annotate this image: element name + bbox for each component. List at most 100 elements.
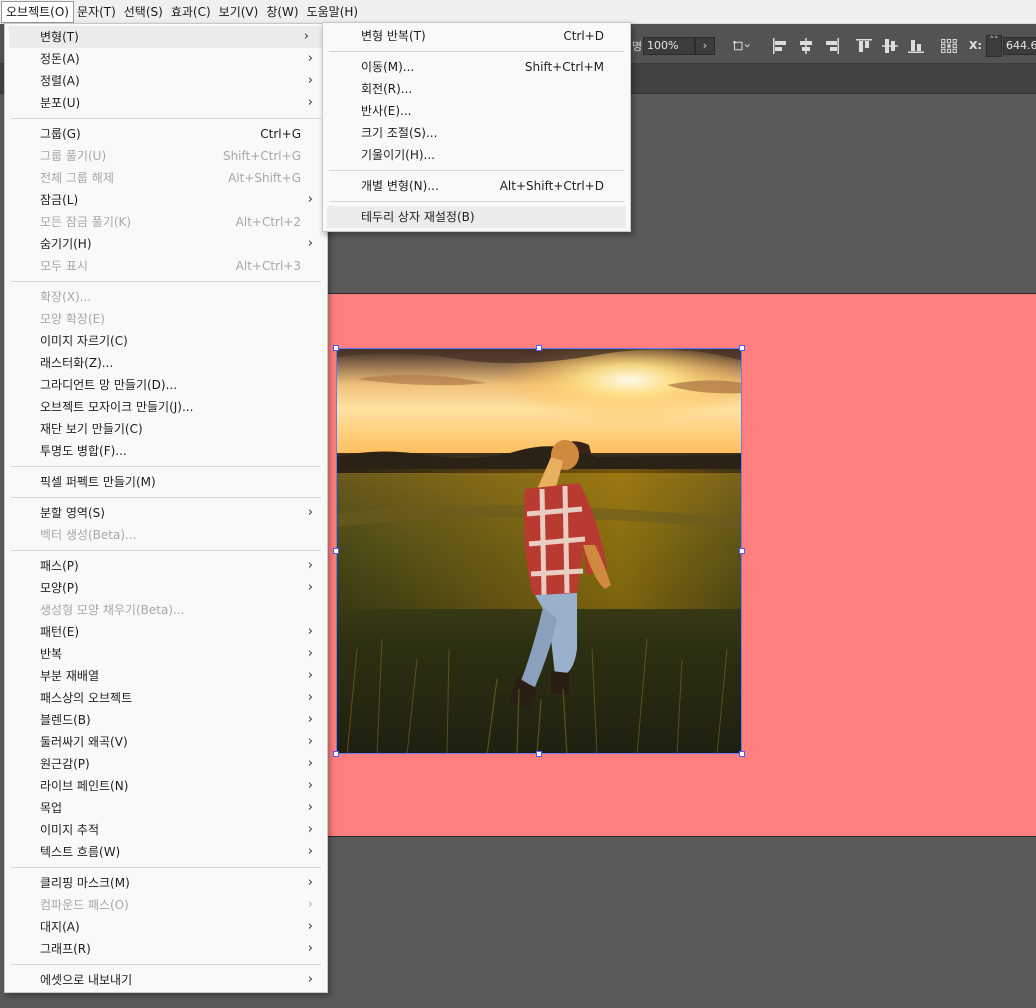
opacity-dropdown-button[interactable]: › [695,37,715,55]
align-vertical-center-icon[interactable] [881,36,899,56]
menu-item-label: 반사(E)... [361,104,412,118]
main-menu-item[interactable]: 분할 영역(S) › [5,502,327,524]
main-menu-item[interactable]: 둘러싸기 왜곡(V) › [5,731,327,753]
menu-item-label: 블렌드(B) [40,713,91,727]
sub-menu-item[interactable]: 회전(R)... [323,78,630,100]
main-menu-item[interactable]: 대지(A) › [5,916,327,938]
transform-submenu: 변형 반복(T) Ctrl+D 이동(M)... Shift+Ctrl+M 회전(R).… [322,22,631,232]
submenu-chevron-icon: › [307,624,313,639]
sub-menu-item[interactable]: 반사(E)... [323,100,630,122]
menu-item-label: 숨기기(H) [40,237,92,251]
submenu-chevron-icon: › [307,897,313,912]
submenu-chevron-icon: › [307,668,313,683]
main-menu-item[interactable]: 패스상의 오브젝트 › [5,687,327,709]
main-menu-item[interactable]: 투명도 병합(F)... [5,440,327,462]
transform-reference-icon[interactable] [733,36,757,56]
selection-handle-top-right[interactable] [739,345,745,351]
menu-item-label: 텍스트 흐름(W) [40,845,121,859]
selection-handle-left[interactable] [333,548,339,554]
object-menu-dropdown: 변형(T) › 정돈(A) › 정렬(A) › 분포(U) › 그룹(G) Ctrl+G 그룹 풀기… [4,23,328,993]
submenu-chevron-icon: › [307,941,313,956]
sub-menu-item[interactable]: 기울이기(H)... [323,144,630,166]
align-left-icon[interactable] [771,36,789,56]
main-menu-item[interactable]: 에셋으로 내보내기 › [5,969,327,991]
main-menu-item[interactable]: 부분 재배열 › [5,665,327,687]
main-menu-item[interactable]: 정렬(A) › [5,70,327,92]
main-menu-item[interactable]: 재단 보기 만들기(C) [5,418,327,440]
submenu-chevron-icon: › [307,51,313,66]
align-top-icon[interactable] [855,36,873,56]
main-menu-item[interactable]: 오브젝트 모자이크 만들기(J)... [5,396,327,418]
menubar-item-2[interactable]: 선택(S) [120,2,167,22]
main-menu-item[interactable]: 분포(U) › [5,92,327,114]
main-menu-item[interactable]: 반복 › [5,643,327,665]
selection-handle-bottom-right[interactable] [739,751,745,757]
submenu-chevron-icon: › [307,822,313,837]
menu-item-label: 클리핑 마스크(M) [40,876,130,890]
main-menu-item[interactable]: 목업 › [5,797,327,819]
placed-image[interactable] [336,348,742,754]
menubar-item-3[interactable]: 효과(C) [167,2,215,22]
main-menu-item[interactable]: 변형(T) › [9,26,323,48]
main-menu-item[interactable]: 원근감(P) › [5,753,327,775]
menu-separator [5,462,327,471]
menubar-item-0[interactable]: 오브젝트(O) [1,0,74,23]
menubar-item-5[interactable]: 창(W) [262,2,302,22]
main-menu-item[interactable]: 잠금(L) › [5,189,327,211]
selection-handle-bottom[interactable] [536,751,542,757]
menu-item-label: 분포(U) [40,96,81,110]
menu-separator [5,546,327,555]
menu-item-label: 부분 재배열 [40,669,100,683]
x-position-stepper[interactable]: ˄˅ [986,35,1002,57]
opacity-input[interactable]: 100% [643,37,695,55]
sub-menu-item[interactable]: 변형 반복(T) Ctrl+D [323,25,630,47]
menu-item-label: 컴파운드 패스(O) [40,898,129,912]
menu-item-shortcut: Ctrl+D [563,29,604,43]
selection-handle-top[interactable] [536,345,542,351]
main-menu-item[interactable]: 이미지 자르기(C) [5,330,327,352]
main-menu-item[interactable]: 클리핑 마스크(M) › [5,872,327,894]
main-menu-item[interactable]: 정돈(A) › [5,48,327,70]
main-menu-item[interactable]: 블렌드(B) › [5,709,327,731]
menu-separator [5,493,327,502]
main-menu-item: 벡터 생성(Beta)... [5,524,327,546]
align-right-icon[interactable] [823,36,841,56]
main-menu-item[interactable]: 그룹(G) Ctrl+G [5,123,327,145]
align-bottom-icon[interactable] [907,36,925,56]
sub-menu-item[interactable]: 이동(M)... Shift+Ctrl+M [323,56,630,78]
main-menu-item[interactable]: 패스(P) › [5,555,327,577]
menu-item-label: 픽셀 퍼펙트 만들기(M) [40,475,156,489]
menu-item-label: 라이브 페인트(N) [40,779,129,793]
menu-separator [5,960,327,969]
selection-handle-top-left[interactable] [333,345,339,351]
main-menu-item[interactable]: 래스터화(Z)... [5,352,327,374]
main-menu-item[interactable]: 픽셀 퍼펙트 만들기(M) [5,471,327,493]
sub-menu-item[interactable]: 테두리 상자 재설정(B) [327,206,626,228]
menu-item-label: 에셋으로 내보내기 [40,973,133,987]
sub-menu-item[interactable]: 개별 변형(N)... Alt+Shift+Ctrl+D [323,175,630,197]
main-menu-item[interactable]: 모양(P) › [5,577,327,599]
menubar-item-1[interactable]: 문자(T) [73,2,120,22]
menu-item-label: 반복 [40,647,63,661]
main-menu-item[interactable]: 라이브 페인트(N) › [5,775,327,797]
menu-item-label: 잠금(L) [40,193,79,207]
menu-bar: 오브젝트(O) 문자(T) 선택(S) 효과(C) 보기(V) 창(W) 도움말(H) [0,0,1036,24]
main-menu-item[interactable]: 그래프(R) › [5,938,327,960]
menubar-item-6[interactable]: 도움말(H) [303,2,363,22]
x-position-input[interactable]: 644.63 [1003,37,1036,55]
main-menu-item[interactable]: 패턴(E) › [5,621,327,643]
main-menu-item[interactable]: 이미지 추적 › [5,819,327,841]
menu-item-label: 전체 그룹 해제 [40,171,114,185]
menu-item-label: 패스(P) [40,559,79,573]
sub-menu-item[interactable]: 크기 조절(S)... [323,122,630,144]
main-menu-item[interactable]: 그라디언트 망 만들기(D)... [5,374,327,396]
selection-handle-bottom-left[interactable] [333,751,339,757]
reference-point-grid-icon[interactable] [940,36,962,56]
align-horizontal-center-icon[interactable] [797,36,815,56]
selection-handle-right[interactable] [739,548,745,554]
main-menu-item[interactable]: 숨기기(H) › [5,233,327,255]
menu-item-label: 개별 변형(N)... [361,179,439,193]
menu-item-label: 오브젝트 모자이크 만들기(J)... [40,400,194,414]
menubar-item-4[interactable]: 보기(V) [215,2,263,22]
main-menu-item[interactable]: 텍스트 흐름(W) › [5,841,327,863]
